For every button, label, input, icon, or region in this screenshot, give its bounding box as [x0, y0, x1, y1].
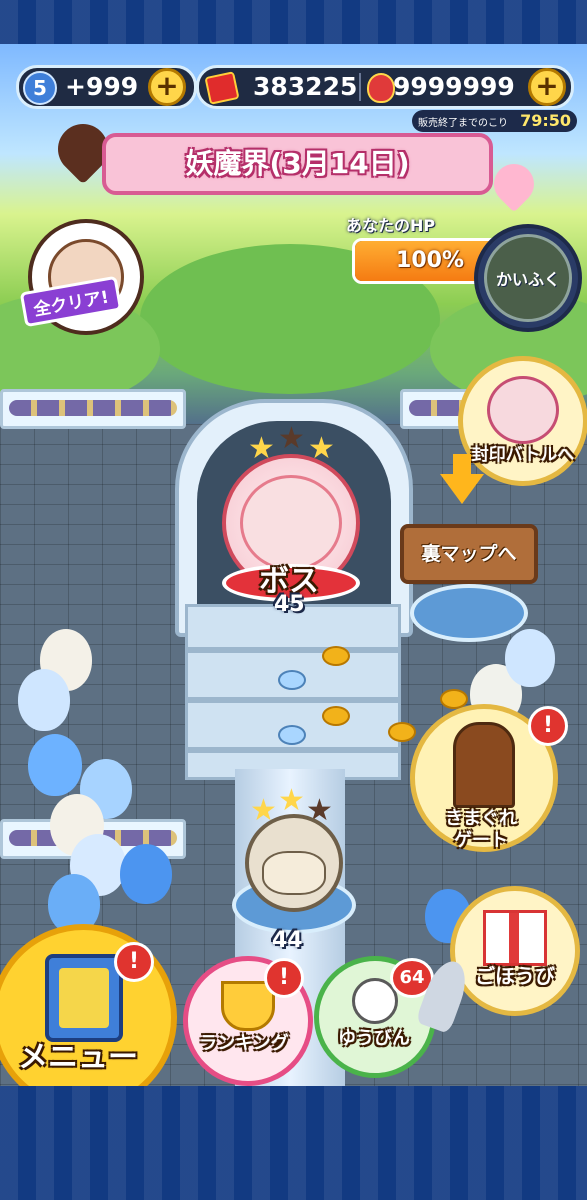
seal-battle-button[interactable]	[458, 356, 587, 486]
sale-timer-label: 販売終了までのこり	[418, 118, 508, 129]
down-arrow-icon	[440, 474, 484, 504]
menu-label: メニュー	[18, 1040, 138, 1075]
balloon	[120, 844, 172, 904]
add-gems-button[interactable]: +	[528, 68, 566, 106]
path-stud	[278, 725, 306, 745]
left-railing	[0, 389, 186, 429]
character-star-icon: ★	[278, 783, 305, 818]
stamina-value: +999	[65, 72, 139, 101]
area-title-banner: 妖魔界(3月14日)	[102, 133, 493, 195]
stairs	[185, 604, 401, 780]
game-stage: 5 +999 + 383225 9999999 + 販売終了までのこり 79:5…	[0, 44, 587, 1086]
character-level: 44	[272, 928, 303, 953]
balloon	[505, 629, 555, 687]
boss-level: 45	[274, 592, 305, 617]
sale-timer: 販売終了までのこり 79:50	[412, 110, 577, 132]
recover-label: かいふく	[495, 270, 560, 289]
mail-label: ゆうびん	[338, 1028, 410, 1049]
hp-label: あなたのHP	[346, 216, 436, 235]
banner-heart-right	[485, 155, 543, 213]
ranking-alert-badge: !	[264, 958, 304, 998]
balloon	[28, 734, 82, 796]
coin	[388, 722, 416, 742]
money-icon	[204, 71, 240, 105]
menu-alert-badge: !	[114, 942, 154, 982]
money-value: 383225	[253, 72, 358, 101]
currency-pill: 383225 9999999	[196, 65, 574, 109]
gate-label-line2: ゲート	[454, 830, 508, 851]
top-border-band	[0, 0, 587, 44]
back-map-sign-button[interactable]: 裏マップへ	[400, 524, 538, 584]
balloon	[18, 669, 70, 731]
ranking-label: ランキング	[199, 1033, 289, 1054]
coin	[322, 646, 350, 666]
seal-battle-label: 封印バトルへ	[471, 445, 575, 465]
down-arrow-icon-stem	[453, 454, 471, 476]
gift-box-icon	[483, 910, 547, 966]
currency-divider	[359, 73, 361, 101]
character-face-icon	[262, 851, 326, 895]
gem-value: 9999999	[393, 72, 515, 101]
stamina-icon: 5	[23, 71, 57, 105]
boss-star-icon: ★	[278, 421, 305, 456]
coin	[322, 706, 350, 726]
gate-door-icon	[453, 722, 515, 808]
path-stud	[278, 670, 306, 690]
add-stamina-button[interactable]: +	[148, 68, 186, 106]
area-title: 妖魔界(3月14日)	[185, 147, 410, 180]
menu-book-icon	[44, 953, 123, 1042]
recover-button[interactable]: かいふく	[474, 224, 582, 332]
reward-button[interactable]	[450, 886, 580, 1016]
character-node-button[interactable]	[245, 814, 343, 912]
bottom-border-band	[0, 1086, 587, 1200]
gate-alert-badge: !	[528, 706, 568, 746]
gem-icon	[367, 73, 395, 103]
back-map-label: 裏マップへ	[421, 543, 517, 565]
seal-boss-portrait-icon	[487, 376, 559, 444]
sale-timer-value: 79:50	[520, 111, 571, 130]
reward-label: ごほうび	[475, 964, 555, 988]
signpost-pedestal	[410, 584, 528, 642]
